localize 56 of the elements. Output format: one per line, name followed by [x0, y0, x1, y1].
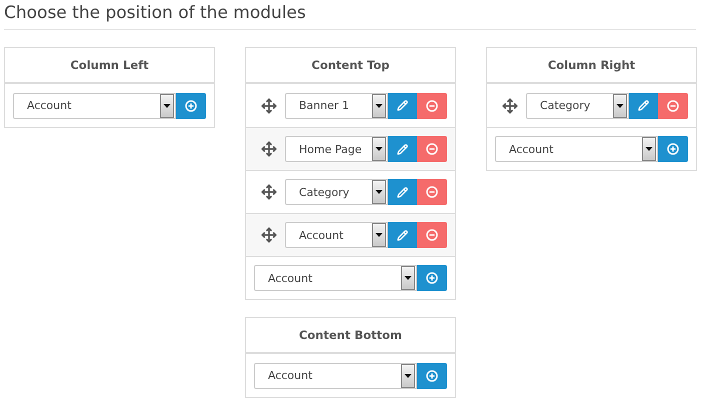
move-icon[interactable] — [261, 227, 277, 243]
pencil-icon — [397, 230, 408, 240]
pencil-icon — [397, 100, 408, 111]
page-title: Choose the position of the modules — [4, 2, 306, 25]
module-select[interactable]: Banner 1 — [285, 92, 388, 118]
dropdown-caret-icon — [372, 137, 386, 161]
add-button[interactable] — [658, 136, 688, 162]
dropdown-caret-icon — [612, 94, 627, 118]
edit-button[interactable] — [388, 136, 418, 162]
module-select[interactable]: Account — [254, 265, 417, 291]
dropdown-caret-icon — [642, 137, 656, 161]
minus-circle-icon — [426, 143, 438, 155]
remove-button[interactable] — [658, 92, 688, 118]
pencil-icon — [397, 186, 408, 198]
plus-circle-icon — [426, 370, 438, 382]
minus-circle-icon — [426, 229, 438, 241]
add-button[interactable] — [176, 92, 206, 118]
module-select[interactable]: Account — [495, 136, 658, 162]
pencil-icon — [397, 144, 408, 154]
plus-circle-icon — [185, 100, 197, 112]
move-icon[interactable] — [261, 184, 277, 200]
plus-circle-icon — [426, 272, 438, 284]
module-select[interactable]: Account — [13, 92, 176, 118]
minus-circle-icon — [667, 100, 680, 112]
dropdown-caret-icon — [372, 223, 386, 247]
minus-circle-icon — [426, 100, 438, 112]
remove-button[interactable] — [417, 179, 447, 205]
edit-button[interactable] — [388, 92, 418, 118]
panel-title: Content Top — [312, 58, 390, 72]
move-icon[interactable] — [261, 98, 277, 114]
panel-title: Column Right — [548, 58, 636, 72]
move-icon[interactable] — [502, 98, 518, 114]
remove-button[interactable] — [417, 222, 447, 248]
dropdown-caret-icon — [160, 94, 174, 118]
pencil-icon — [638, 100, 650, 111]
edit-button[interactable] — [388, 179, 418, 205]
edit-button[interactable] — [628, 92, 658, 118]
module-select[interactable]: Category — [526, 92, 629, 118]
add-button[interactable] — [417, 265, 447, 291]
plus-circle-icon — [667, 143, 679, 155]
dropdown-caret-icon — [401, 364, 415, 388]
module-select[interactable]: Account — [285, 222, 388, 248]
dropdown-caret-icon — [372, 180, 386, 204]
remove-button[interactable] — [417, 92, 447, 118]
edit-button[interactable] — [388, 222, 418, 248]
dropdown-caret-icon — [401, 266, 415, 290]
add-button[interactable] — [417, 362, 447, 388]
panel-title: Content Bottom — [298, 328, 402, 342]
module-select[interactable]: Category — [285, 179, 388, 205]
module-select[interactable]: Home Page — [285, 136, 388, 162]
dropdown-caret-icon — [372, 94, 386, 118]
minus-circle-icon — [426, 186, 438, 198]
panel-title: Column Left — [70, 58, 149, 72]
module-select[interactable]: Account — [254, 362, 417, 388]
move-icon[interactable] — [261, 141, 277, 157]
remove-button[interactable] — [417, 136, 447, 162]
